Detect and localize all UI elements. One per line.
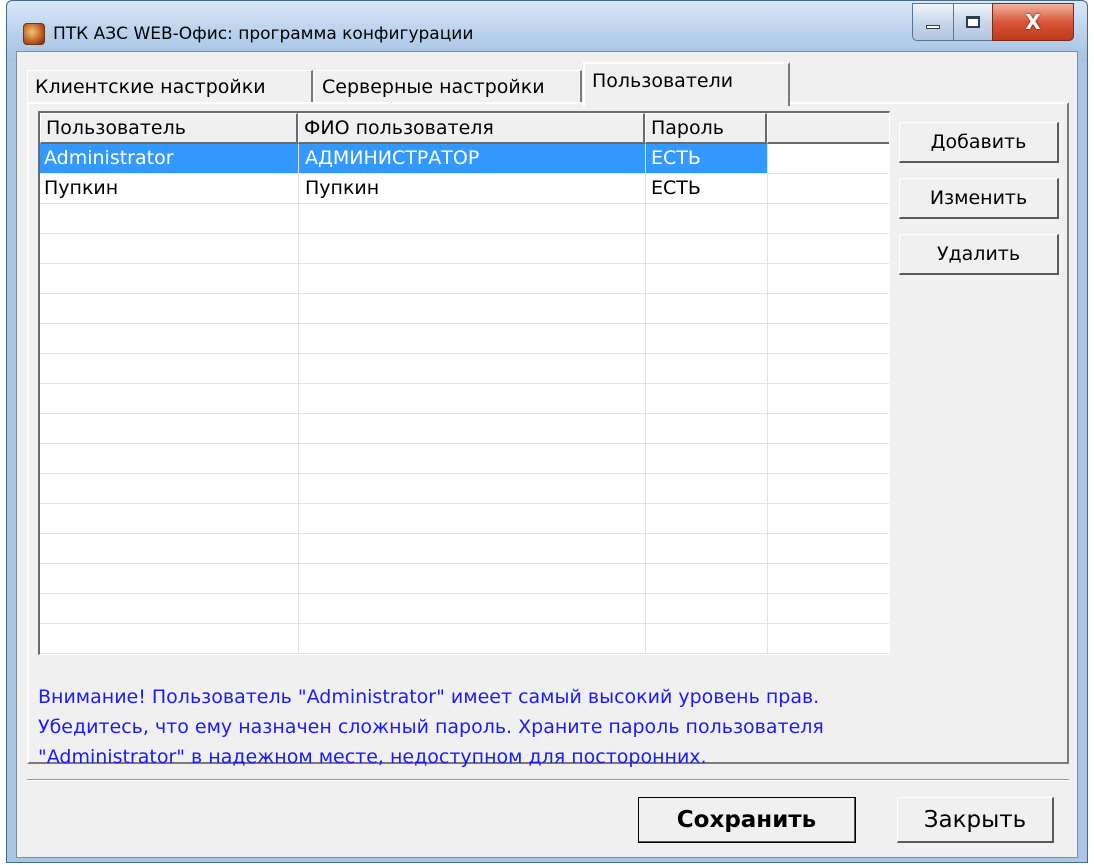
table-row[interactable]: Administrator АДМИНИСТРАТОР ЕСТЬ [40,144,889,173]
tab-users[interactable]: Пользователи [583,62,790,106]
users-list-header: Пользователь ФИО пользователя Пароль [40,113,889,144]
cell-password: ЕСТЬ [646,144,767,173]
warning-line: Убедитесь, что ему назначен сложный паро… [38,716,824,738]
cell-full-name: АДМИНИСТРАТОР [299,144,645,173]
close-icon: X [1025,10,1041,34]
admin-warning-text: Внимание! Пользователь "Administrator" и… [38,682,1058,772]
tab-server-settings[interactable]: Серверные настройки [314,70,582,104]
users-list[interactable]: Пользователь ФИО пользователя Пароль Adm… [38,111,890,655]
minimize-button[interactable] [912,3,954,41]
users-tab-panel: Пользователь ФИО пользователя Пароль Adm… [27,102,1069,768]
maximize-button[interactable] [953,3,993,41]
column-header-password[interactable]: Пароль [645,113,767,144]
column-header-user[interactable]: Пользователь [40,113,298,144]
footer-divider [27,779,1069,781]
delete-user-button[interactable]: Удалить [899,234,1059,275]
tab-client-settings[interactable]: Клиентские настройки [27,70,313,104]
edit-user-button[interactable]: Изменить [899,178,1059,219]
close-window-button[interactable]: X [992,3,1074,41]
cell-password: ЕСТЬ [651,177,701,199]
column-header-full-name[interactable]: ФИО пользователя [298,113,645,144]
warning-line: Внимание! Пользователь "Administrator" и… [38,686,820,708]
maximize-icon [966,16,980,28]
cell-full-name: Пупкин [305,177,380,199]
app-icon [23,23,45,45]
add-user-button[interactable]: Добавить [899,122,1059,163]
save-button[interactable]: Сохранить [638,797,856,843]
warning-line: "Administrator" в надежном месте, недост… [38,746,707,768]
cell-user: Пупкин [44,177,119,199]
table-row[interactable]: Пупкин Пупкин ЕСТЬ [40,174,889,203]
minimize-icon [926,25,940,29]
config-window: ПТК АЗС WEB-Офис: программа конфигурации… [6,0,1088,863]
dialog-client-area: Клиентские настройки Серверные настройки… [16,51,1078,858]
close-button[interactable]: Закрыть [897,797,1054,843]
cell-user: Administrator [40,144,298,173]
column-header-empty[interactable] [767,113,889,144]
users-list-body[interactable]: Administrator АДМИНИСТРАТОР ЕСТЬ Пупкин … [40,144,889,654]
window-title: ПТК АЗС WEB-Офис: программа конфигурации [53,24,474,44]
